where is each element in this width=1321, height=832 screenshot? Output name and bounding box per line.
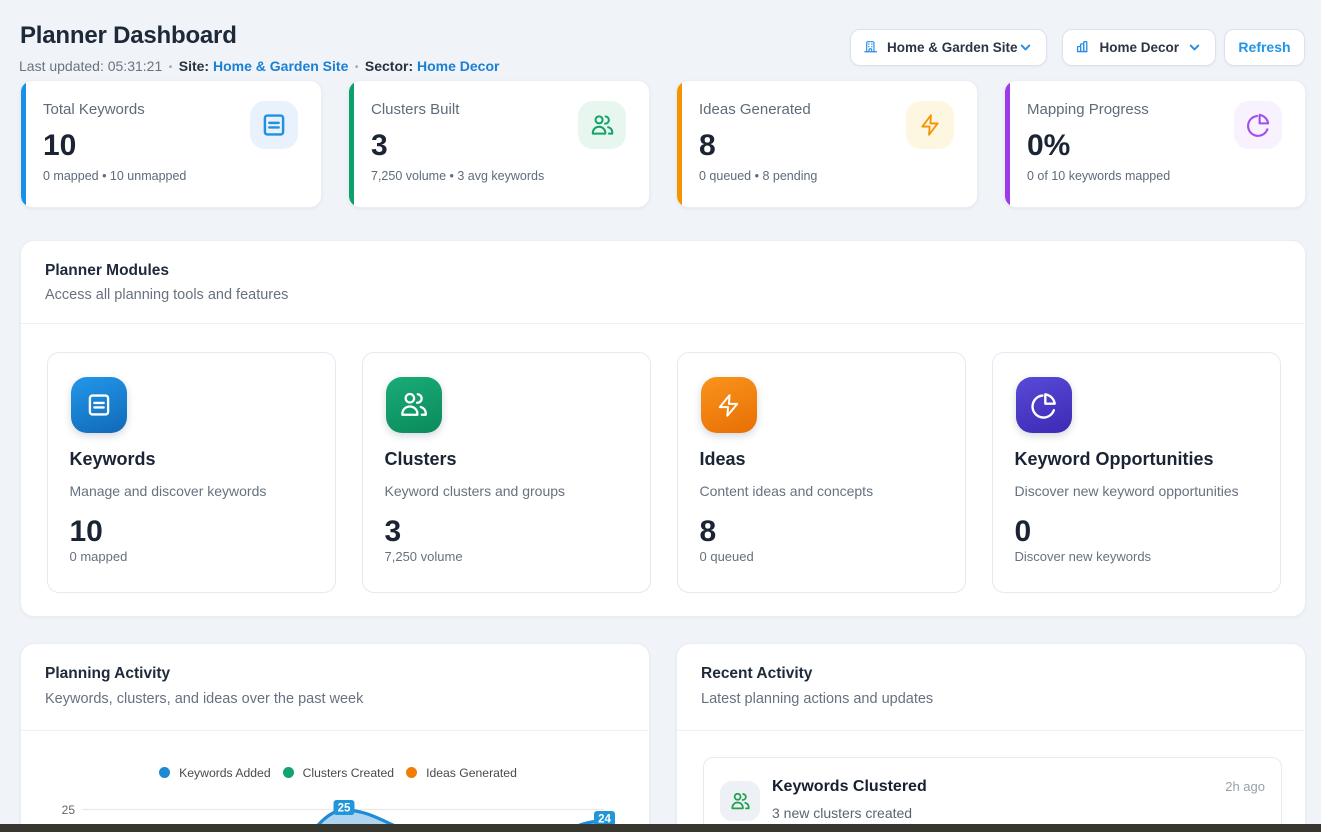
svg-text:25: 25	[338, 803, 351, 815]
svg-text:25: 25	[62, 803, 76, 817]
